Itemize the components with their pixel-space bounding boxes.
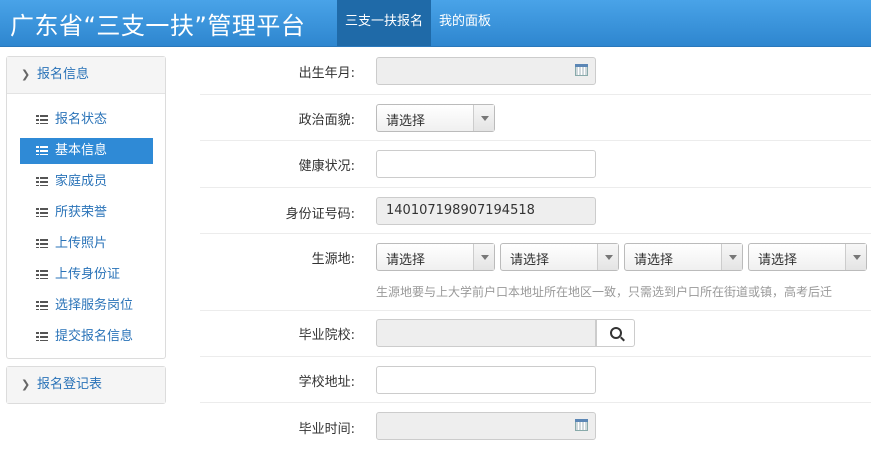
sidebar-item-label: 所获荣誉 xyxy=(55,205,108,220)
sidebar-item-submit[interactable]: 提交报名信息 xyxy=(20,324,153,350)
select-value: 请选择 xyxy=(634,253,674,268)
sidebar-item-label: 提交报名信息 xyxy=(55,329,134,344)
nav-tab-registration[interactable]: 三支一扶报名 xyxy=(337,0,432,46)
sidebar-item-upload-id[interactable]: 上传身份证 xyxy=(20,262,153,288)
school-search-button[interactable] xyxy=(596,319,635,347)
origin-district-select[interactable]: 请选择 xyxy=(624,243,743,271)
sidebar-panel-registration-form: ❯ 报名登记表 xyxy=(6,366,166,404)
health-label: 健康状况: xyxy=(298,159,355,174)
sidebar-item-label: 选择服务岗位 xyxy=(55,298,134,313)
school-field[interactable] xyxy=(376,319,596,347)
sidebar-menu: 报名状态 基本信息 家庭成员 所获荣誉 上传照片 上传身份证 选择服务岗位 提交… xyxy=(7,94,165,358)
sidebar-item-family[interactable]: 家庭成员 xyxy=(20,169,153,195)
origin-city-select[interactable]: 请选择 xyxy=(500,243,619,271)
list-icon xyxy=(36,301,48,310)
sidebar-item-label: 上传照片 xyxy=(55,236,108,251)
calendar-icon[interactable] xyxy=(575,419,588,431)
select-value: 请选择 xyxy=(758,253,798,268)
sidebar-item-label: 报名状态 xyxy=(55,112,108,127)
origin-province-select[interactable]: 请选择 xyxy=(376,243,495,271)
chevron-down-icon: ❯ xyxy=(21,68,31,81)
birth-label: 出生年月: xyxy=(298,66,355,81)
divider xyxy=(200,233,871,234)
chevron-down-icon xyxy=(845,244,866,270)
panel-title: 报名登记表 xyxy=(37,377,103,392)
grad-time-label: 毕业时间: xyxy=(298,422,355,437)
idcard-field: 140107198907194518 xyxy=(376,197,596,225)
political-label: 政治面貌: xyxy=(298,113,355,128)
main-nav: 三支一扶报名 我的面板 xyxy=(337,0,499,46)
divider xyxy=(200,94,871,95)
sidebar-item-status[interactable]: 报名状态 xyxy=(20,107,153,133)
birth-date-field[interactable] xyxy=(376,57,596,85)
list-icon xyxy=(36,115,48,124)
chevron-down-icon xyxy=(721,244,742,270)
chevron-down-icon xyxy=(473,244,494,270)
idcard-label: 身份证号码: xyxy=(285,207,355,222)
nav-tab-my-panel[interactable]: 我的面板 xyxy=(431,0,499,46)
select-value: 请选择 xyxy=(510,253,550,268)
grad-time-field[interactable] xyxy=(376,412,596,440)
origin-town-select[interactable]: 请选择 xyxy=(748,243,867,271)
sidebar-panel-registration-info: ❯ 报名信息 报名状态 基本信息 家庭成员 所获荣誉 上传照片 上传身份证 选择服… xyxy=(6,56,166,359)
sidebar-panel-header[interactable]: ❯ 报名登记表 xyxy=(7,367,165,403)
sidebar-item-select-post[interactable]: 选择服务岗位 xyxy=(20,293,153,319)
list-icon xyxy=(36,177,48,186)
list-icon xyxy=(36,239,48,248)
divider xyxy=(200,140,871,141)
political-select[interactable]: 请选择 xyxy=(376,104,495,132)
sidebar-item-label: 家庭成员 xyxy=(55,174,108,189)
calendar-icon[interactable] xyxy=(575,64,588,76)
divider xyxy=(200,402,871,403)
sidebar-item-honors[interactable]: 所获荣誉 xyxy=(20,200,153,226)
divider xyxy=(200,310,871,311)
school-address-input[interactable] xyxy=(376,366,596,394)
platform-title: 广东省“三支一扶”管理平台 xyxy=(10,12,306,40)
sidebar-panel-header[interactable]: ❯ 报名信息 xyxy=(7,57,165,94)
list-icon xyxy=(36,208,48,217)
sidebar-item-label: 基本信息 xyxy=(55,143,108,158)
sidebar-item-upload-photo[interactable]: 上传照片 xyxy=(20,231,153,257)
top-navbar: 广东省“三支一扶”管理平台 三支一扶报名 我的面板 xyxy=(0,0,871,47)
sidebar-item-basic-info[interactable]: 基本信息 xyxy=(20,138,153,164)
health-input[interactable] xyxy=(376,150,596,178)
chevron-right-icon: ❯ xyxy=(21,378,31,391)
school-label: 毕业院校: xyxy=(298,328,355,343)
chevron-down-icon xyxy=(597,244,618,270)
chevron-down-icon xyxy=(473,105,494,131)
select-value: 请选择 xyxy=(386,114,426,129)
origin-label: 生源地: xyxy=(311,252,355,267)
origin-hint: 生源地要与上大学前户口本地址所在地区一致，只需选到户口所在街道或镇，高考后迁 xyxy=(376,285,833,299)
divider xyxy=(200,187,871,188)
school-address-label: 学校地址: xyxy=(298,375,355,390)
divider xyxy=(200,356,871,357)
list-icon xyxy=(36,332,48,341)
sidebar-item-label: 上传身份证 xyxy=(55,267,121,282)
idcard-value: 140107198907194518 xyxy=(386,203,535,218)
list-icon xyxy=(36,146,48,155)
select-value: 请选择 xyxy=(386,253,426,268)
search-icon xyxy=(610,327,622,339)
panel-title: 报名信息 xyxy=(37,67,90,82)
list-icon xyxy=(36,270,48,279)
